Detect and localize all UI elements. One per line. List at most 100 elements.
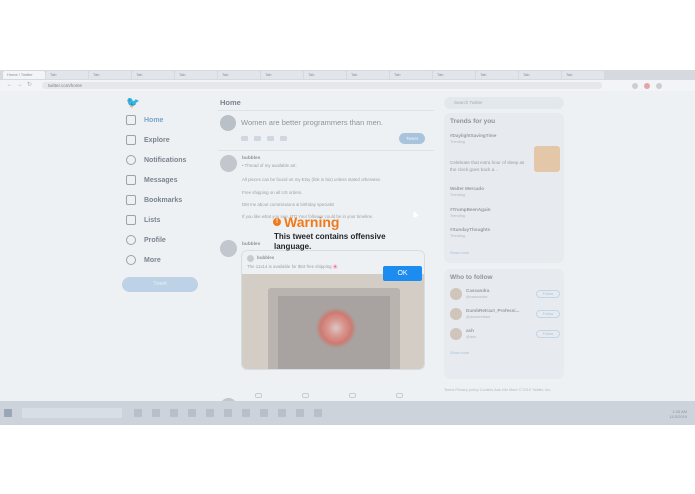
trend-context: Trending [450,140,465,144]
browser-tab[interactable]: Home / Twitter [3,71,45,79]
avatar[interactable] [220,115,236,131]
who-to-follow-panel: Who to follow Cassandra @cassandra Follo… [444,269,564,379]
reply-icon[interactable] [255,393,262,398]
file-explorer-icon[interactable] [152,409,160,417]
reload-icon[interactable]: ↻ [26,82,33,89]
browser-tab[interactable]: Tab [175,71,217,79]
browser-tab[interactable]: Tab [519,71,561,79]
extension-icon[interactable] [644,82,650,89]
footer-links[interactable]: Terms Privacy policy Cookies Ads info Mo… [444,387,564,393]
sidebar-item-label: Profile [144,236,166,244]
forward-icon[interactable]: → [16,82,23,89]
sidebar-item-explore[interactable]: Explore [126,135,170,145]
sidebar-item-home[interactable]: Home [126,115,163,125]
follow-name[interactable]: Cassandra [466,288,490,293]
browser-tab[interactable]: Tab [433,71,475,79]
browser-tab[interactable]: Tab [304,71,346,79]
share-icon[interactable] [396,393,403,398]
trend-item[interactable]: Celebrate that extra hour of sleep as th… [450,159,530,173]
app-icon[interactable] [242,409,250,417]
twitter-bird-icon[interactable]: 🐦 [126,97,140,109]
browser-tab[interactable]: Tab [476,71,518,79]
avatar[interactable] [220,155,237,172]
search-input[interactable]: Search Twitter [444,97,564,109]
trend-context: Trending [450,234,465,238]
follow-button[interactable]: Follow [536,330,560,338]
windows-start-icon[interactable] [4,409,12,417]
trend-image[interactable] [534,146,560,172]
browser-tab[interactable]: Tab [132,71,174,79]
app-icon[interactable] [278,409,286,417]
avatar[interactable] [220,240,237,257]
trend-item[interactable]: #SundayThoughts [450,227,490,232]
avatar[interactable] [450,288,462,300]
task-view-icon[interactable] [134,409,142,417]
retweet-icon[interactable] [302,393,309,398]
follow-name[interactable]: DumbRetract_Professi... [466,308,519,313]
sidebar-item-label: Notifications [144,156,187,164]
like-icon[interactable] [349,393,356,398]
system-tray-clock[interactable]: 1:35 AM 11/3/2019 [670,409,688,419]
list-icon [126,215,136,225]
app-icon[interactable] [206,409,214,417]
poll-icon[interactable] [267,136,274,141]
browser-tab[interactable]: Tab [562,71,604,79]
browser-icon[interactable] [170,409,178,417]
sidebar-tweet-button[interactable]: Tweet [122,277,198,292]
app-icon[interactable] [314,409,322,417]
profile-icon[interactable] [656,82,662,89]
warning-title: Warning [284,214,340,230]
sidebar-item-bookmarks[interactable]: Bookmarks [126,195,182,205]
bookmark-icon [126,195,136,205]
follow-show-more-link[interactable]: Show more [450,351,469,355]
sidebar-item-lists[interactable]: Lists [126,215,160,225]
browser-tab[interactable]: Tab [390,71,432,79]
follow-button[interactable]: Follow [536,310,560,318]
sidebar-item-profile[interactable]: Profile [126,235,166,245]
trend-item[interactable]: Walter Mercado [450,186,484,191]
url-field[interactable]: twitter.com/home [42,82,602,89]
follow-name[interactable]: ash [466,328,474,333]
follow-handle: @ash [466,335,476,339]
gif-icon[interactable] [254,136,261,141]
app-icon[interactable] [224,409,232,417]
emoji-icon[interactable] [280,136,287,141]
sidebar-item-label: Messages [144,176,178,184]
browser-tab[interactable]: Tab [218,71,260,79]
trend-context: Trending [450,193,465,197]
browser-tab[interactable]: Tab [46,71,88,79]
sidebar-item-notifications[interactable]: Notifications [126,155,186,165]
tweet-author[interactable]: bubbles [242,156,260,161]
browser-tab[interactable]: Tab [89,71,131,79]
avatar[interactable] [450,308,462,320]
trends-panel: Trends for you #DaylightSavingTime Trend… [444,113,564,263]
sidebar-item-label: Lists [144,216,161,224]
trends-show-more-link[interactable]: Show more [450,251,469,255]
image-icon[interactable] [241,136,248,141]
extension-icon[interactable] [632,82,638,89]
compose-input[interactable]: Women are better programmers than men. [241,118,383,127]
ok-button[interactable]: OK [383,266,422,281]
app-icon[interactable] [296,409,304,417]
browser-tab[interactable]: Tab [347,71,389,79]
home-icon [126,115,136,125]
trend-item[interactable]: #TrumpBeenAgain [450,207,491,212]
sidebar-item-label: Home [144,116,164,124]
browser-tab-bar: Home / Twitter Tab Tab Tab Tab Tab Tab Tab Tab Ta… [0,70,695,80]
quoted-tweet-text: The 11x14 is available for $63 free ship… [247,264,339,269]
app-icon[interactable] [188,409,196,417]
follow-button[interactable]: Follow [536,290,560,298]
avatar[interactable] [450,328,462,340]
sidebar-item-more[interactable]: More [126,255,161,265]
tweet-author[interactable]: bubbles [242,242,260,247]
sidebar-item-messages[interactable]: Messages [126,175,177,185]
clock-date: 11/3/2019 [669,414,688,419]
artwork-image [278,296,390,369]
trend-item[interactable]: #DaylightSavingTime [450,133,496,138]
tweet-image[interactable] [242,274,424,369]
back-icon[interactable]: ← [6,82,13,89]
taskbar-search[interactable] [22,408,122,418]
browser-tab[interactable]: Tab [261,71,303,79]
compose-tweet-button[interactable]: Tweet [399,133,425,144]
app-icon[interactable] [260,409,268,417]
